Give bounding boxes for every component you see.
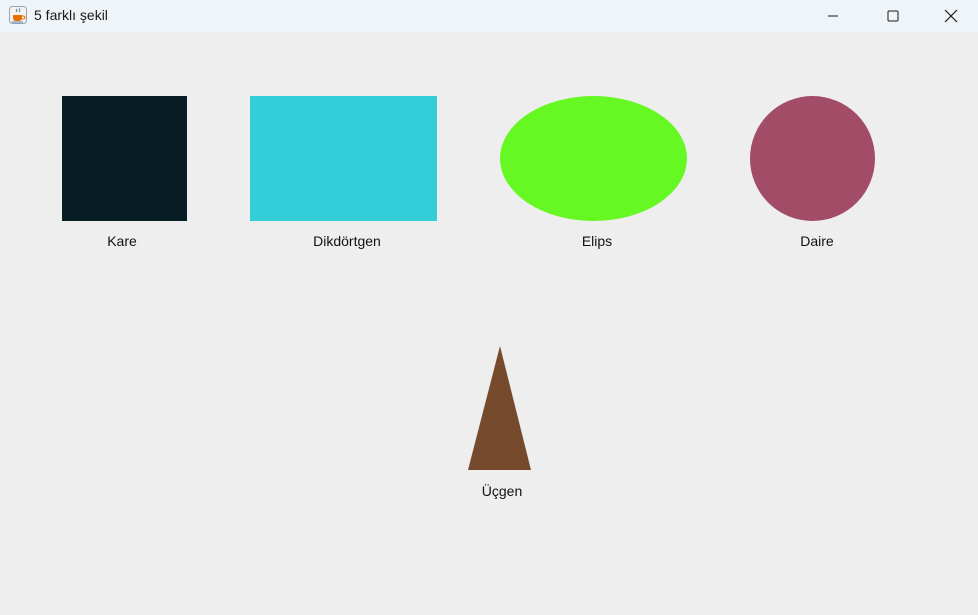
square-label: Kare (107, 233, 137, 249)
circle-label: Daire (800, 233, 834, 249)
circle-shape (750, 96, 875, 221)
rectangle-label: Dikdörtgen (313, 233, 381, 249)
maximize-button[interactable] (864, 0, 922, 32)
ellipse-shape (500, 96, 687, 221)
maximize-icon (887, 10, 899, 22)
minimize-icon (828, 15, 838, 17)
minimize-button[interactable] (804, 0, 862, 32)
ellipse-label: Elips (581, 233, 613, 249)
title-bar[interactable]: 5 farklı şekil (0, 0, 978, 32)
window-title: 5 farklı şekil (34, 7, 108, 23)
drawing-canvas: Kare Dikdörtgen Elips Daire Üçgen (0, 32, 978, 610)
triangle-shape (468, 346, 531, 470)
close-button[interactable] (922, 0, 978, 32)
app-window: 5 farklı şekil Kare Dikdörtgen Elips Dai… (0, 0, 978, 610)
triangle-label: Üçgen (481, 483, 523, 499)
close-icon (944, 9, 958, 23)
rectangle-shape (250, 96, 437, 221)
java-cup-icon (9, 6, 27, 24)
square-shape (62, 96, 187, 221)
shapes-svg (62, 96, 875, 470)
